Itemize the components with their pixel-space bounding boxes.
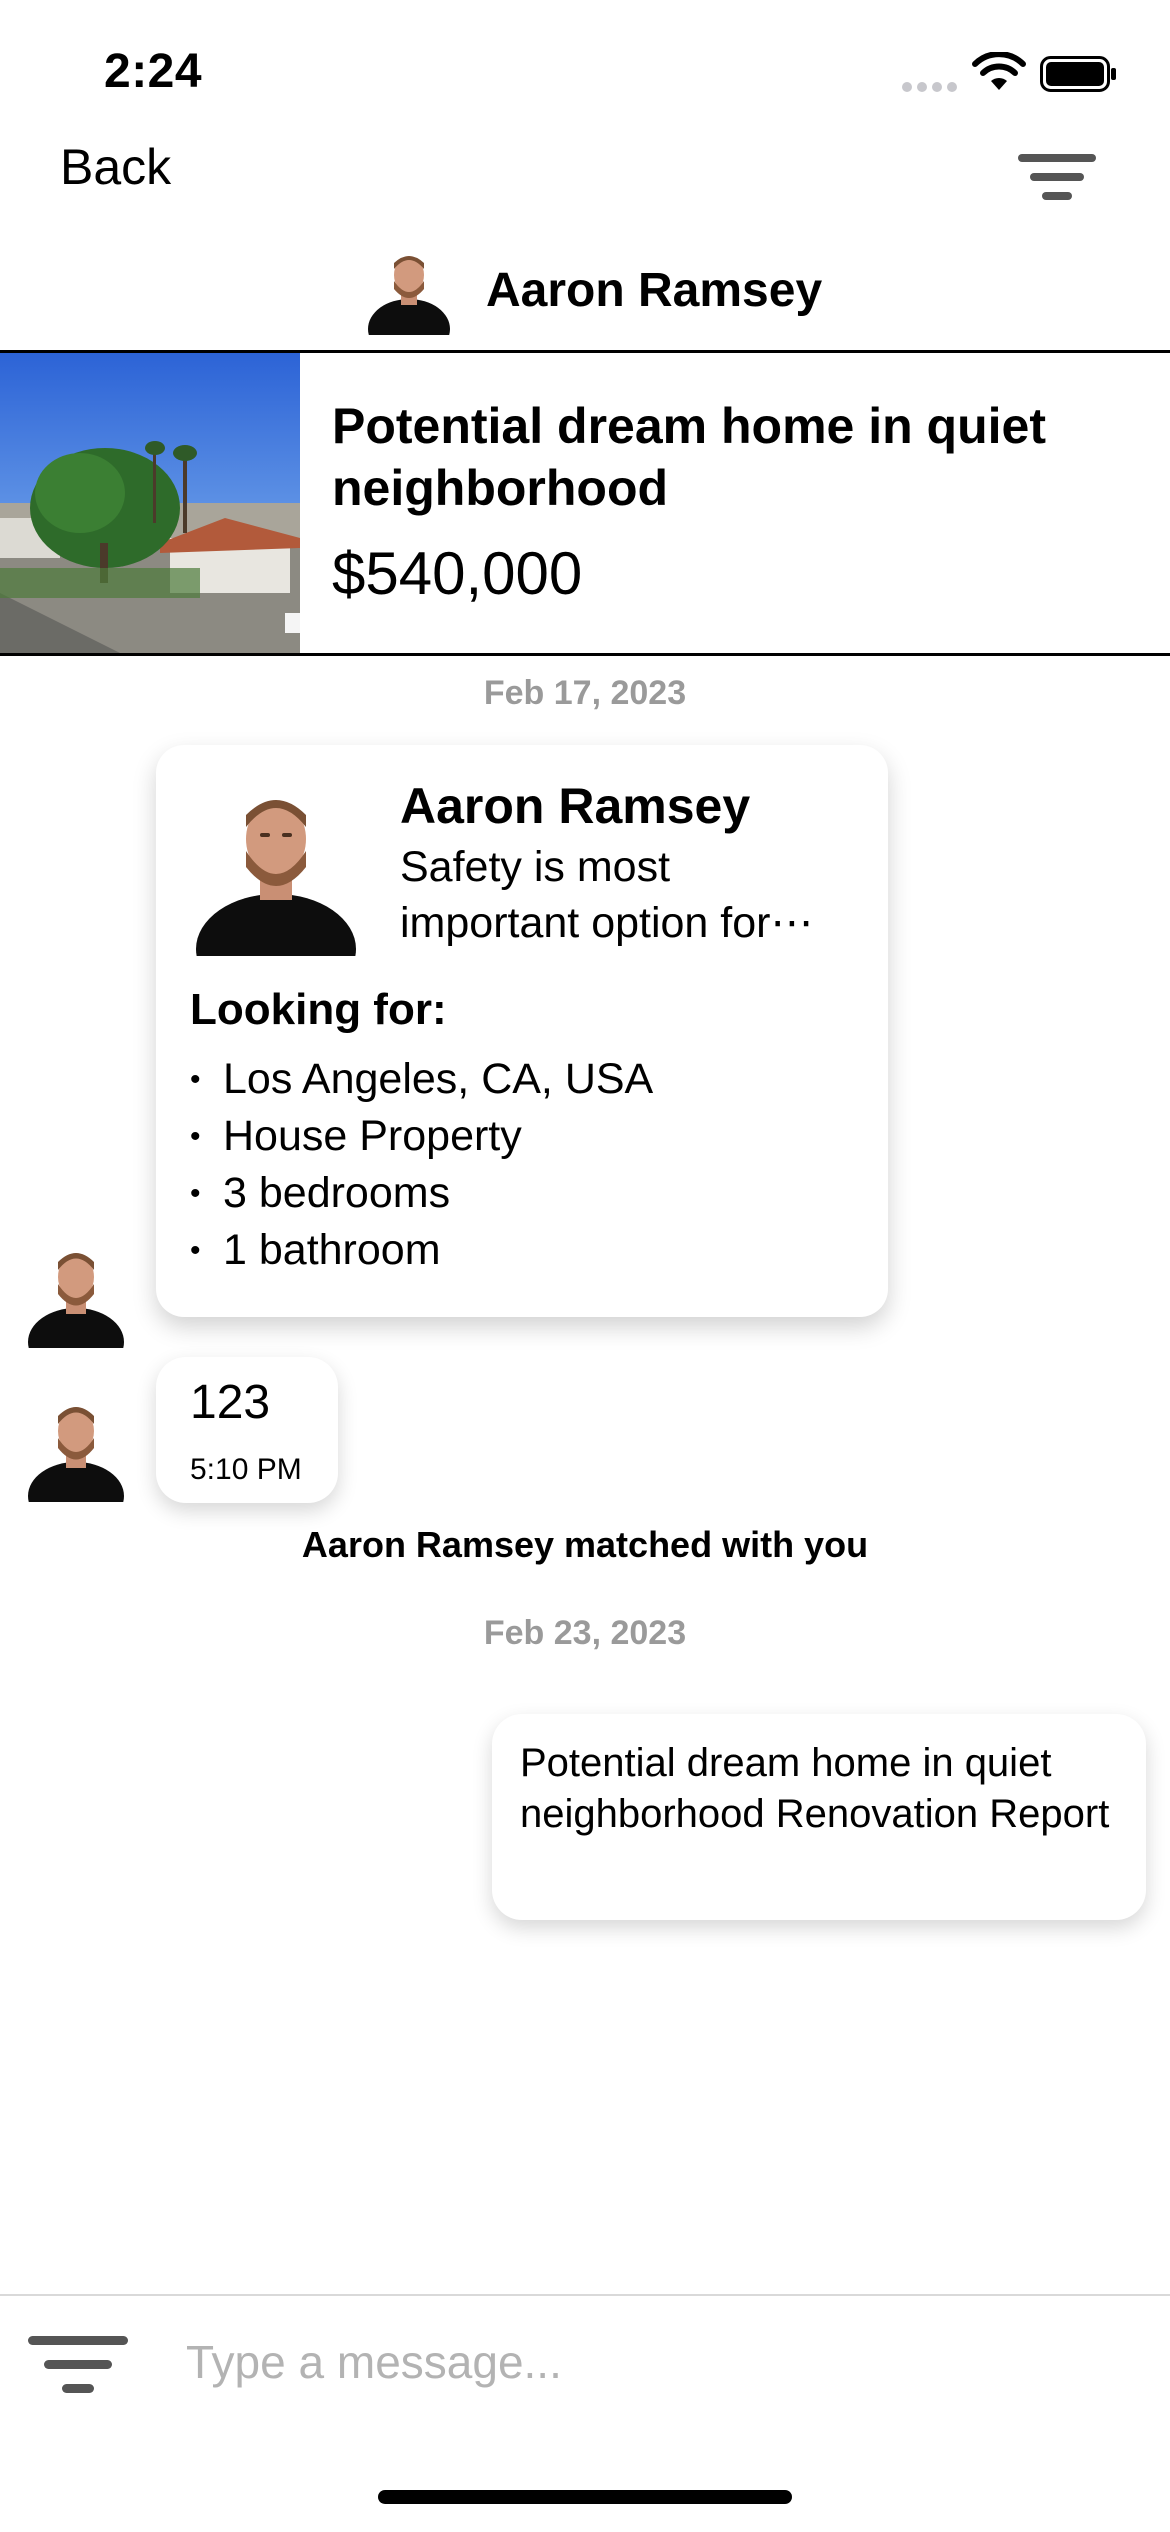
looking-for-label: Looking for: xyxy=(190,985,447,1034)
profile-description-line: important option for⋯ xyxy=(400,899,814,947)
message-text: Potential dream home in quiet neighborho… xyxy=(520,1741,1110,1836)
filter-icon[interactable] xyxy=(1018,152,1096,204)
outgoing-message-bubble[interactable]: Potential dream home in quiet neighborho… xyxy=(492,1714,1146,1920)
wifi-icon xyxy=(972,52,1026,90)
listing-photo xyxy=(0,353,300,653)
profile-description: Safety is most important option for⋯ xyxy=(400,839,860,951)
list-item: • House Property xyxy=(190,1108,653,1165)
criteria-list: • Los Angeles, CA, USA • House Property • 3… xyxy=(190,1051,653,1279)
list-item: • 1 bathroom xyxy=(190,1222,653,1279)
avatar xyxy=(196,781,356,956)
home-indicator[interactable] xyxy=(378,2490,792,2504)
profile-description-line: Safety is most xyxy=(400,843,671,891)
date-separator: Feb 23, 2023 xyxy=(483,1614,687,1652)
conversation-header[interactable]: Aaron Ramsey xyxy=(368,245,822,335)
criteria-text: Los Angeles, CA, USA xyxy=(223,1055,654,1103)
status-time: 2:24 xyxy=(104,45,203,98)
list-item: • 3 bedrooms xyxy=(190,1165,653,1222)
listing-price: $540,000 xyxy=(332,540,583,607)
filter-icon[interactable] xyxy=(28,2336,128,2398)
contact-name: Aaron Ramsey xyxy=(486,263,823,317)
avatar[interactable] xyxy=(28,1242,124,1348)
cellular-signal-icon xyxy=(902,82,958,92)
match-notice: Aaron Ramsey matched with you xyxy=(301,1524,869,1565)
criteria-text: House Property xyxy=(223,1112,522,1160)
listing-title: Potential dream home in quiet neighborho… xyxy=(332,398,1046,516)
profile-card[interactable]: Aaron Ramsey Safety is most important op… xyxy=(156,745,888,1317)
message-input[interactable] xyxy=(186,2322,1126,2402)
profile-name: Aaron Ramsey xyxy=(400,778,751,834)
date-separator: Feb 17, 2023 xyxy=(483,674,687,712)
criteria-text: 3 bedrooms xyxy=(223,1169,451,1217)
incoming-message-bubble[interactable]: 123 5:10 PM xyxy=(156,1357,338,1503)
status-bar: 2:24 xyxy=(0,0,1170,120)
list-item: • Los Angeles, CA, USA xyxy=(190,1051,653,1108)
avatar xyxy=(368,245,450,335)
criteria-text: 1 bathroom xyxy=(223,1226,441,1274)
message-time: 5:10 PM xyxy=(190,1453,302,1486)
avatar[interactable] xyxy=(28,1396,124,1502)
message-text: 123 xyxy=(190,1376,271,1429)
back-button[interactable]: Back xyxy=(60,138,171,196)
listing-card[interactable]: Potential dream home in quiet neighborho… xyxy=(0,350,1170,656)
battery-icon xyxy=(1040,56,1116,92)
